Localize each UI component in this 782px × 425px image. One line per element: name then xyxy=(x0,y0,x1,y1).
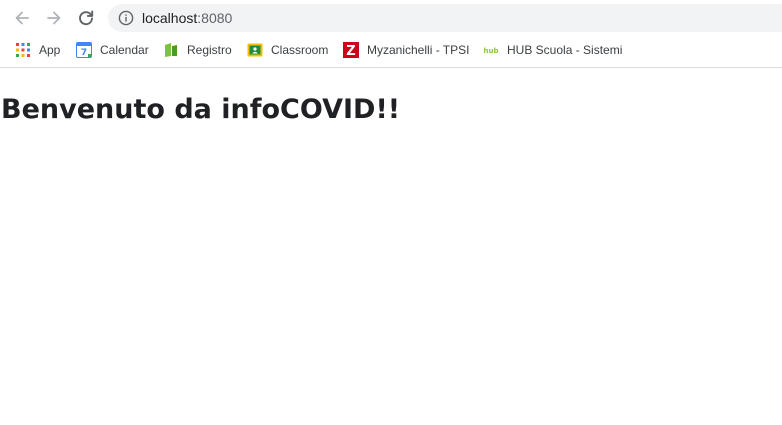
bookmark-app[interactable]: App xyxy=(15,38,60,62)
calendar-icon: 7 xyxy=(76,42,92,58)
address-bar[interactable]: localhost:8080 xyxy=(108,4,782,32)
apps-grid-icon xyxy=(16,43,30,57)
reload-icon xyxy=(79,10,94,26)
bookmark-label: Myzanichelli - TPSI xyxy=(367,43,470,57)
forward-arrow-icon xyxy=(47,11,61,25)
bookmark-registro[interactable]: Registro xyxy=(163,38,232,62)
zanichelli-icon-letter: Z xyxy=(346,44,355,58)
bookmark-myzanichelli[interactable]: Z Myzanichelli - TPSI xyxy=(343,38,469,62)
classroom-icon xyxy=(247,43,263,57)
url-host: localhost xyxy=(142,10,198,26)
bookmark-label: Classroom xyxy=(271,43,329,57)
hub-icon-text: hub xyxy=(484,47,499,55)
bookmark-label: Registro xyxy=(187,43,232,57)
browser-toolbar: localhost:8080 xyxy=(0,0,782,36)
registro-icon xyxy=(165,43,177,57)
calendar-icon-day: 7 xyxy=(81,48,87,58)
browser-chrome: localhost:8080 App 7 Calendar Registro C… xyxy=(0,0,782,68)
bookmark-calendar[interactable]: 7 Calendar xyxy=(76,38,149,62)
reload-button[interactable] xyxy=(74,6,98,30)
forward-button[interactable] xyxy=(42,6,66,30)
zanichelli-icon: Z xyxy=(343,42,359,58)
url-port: :8080 xyxy=(197,10,233,26)
bookmark-label: HUB Scuola - Sistemi xyxy=(507,43,623,57)
back-arrow-icon xyxy=(15,11,29,25)
hub-icon: hub xyxy=(484,47,499,55)
bookmark-label: App xyxy=(39,43,61,57)
bookmark-hub-scuola[interactable]: hub HUB Scuola - Sistemi xyxy=(483,38,623,62)
site-info-icon[interactable] xyxy=(118,10,134,26)
bookmark-label: Calendar xyxy=(100,43,149,57)
page-heading: Benvenuto da infoCOVID!! xyxy=(1,94,401,125)
bookmark-classroom[interactable]: Classroom xyxy=(247,38,328,62)
url-text[interactable]: localhost:8080 xyxy=(142,10,232,26)
back-button[interactable] xyxy=(10,6,34,30)
